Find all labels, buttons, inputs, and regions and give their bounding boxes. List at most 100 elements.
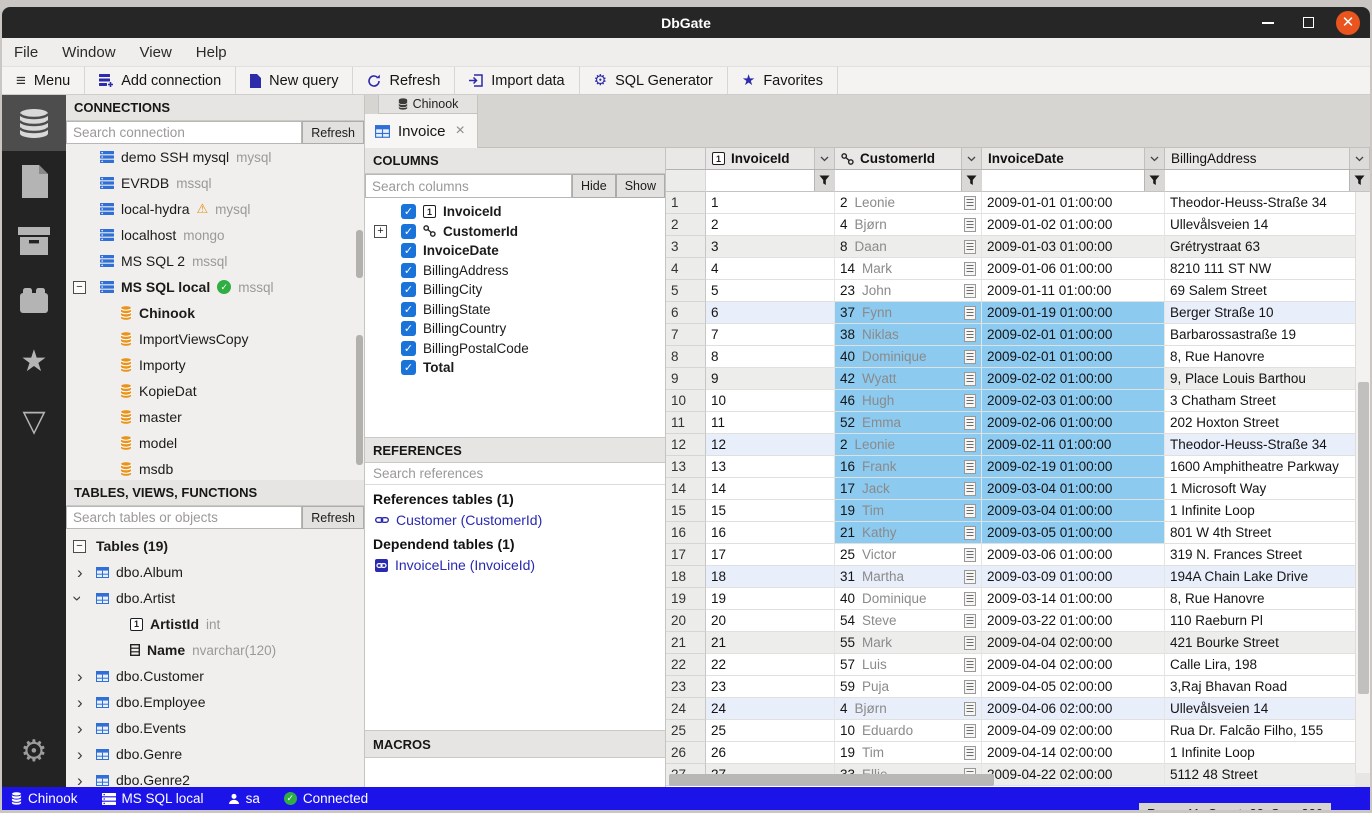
cell-invoiceid[interactable]: 23: [706, 676, 835, 698]
detail-document-icon[interactable]: [964, 196, 976, 210]
cell-invoiceid[interactable]: 19: [706, 588, 835, 610]
row-number-cell[interactable]: 6: [666, 302, 706, 324]
tree-item[interactable]: − › › 1 dbo.Genre2: [66, 767, 364, 787]
sql-generator-button[interactable]: ⚙ SQL Generator: [580, 67, 728, 94]
row-number-cell[interactable]: 18: [666, 566, 706, 588]
tree-item[interactable]: − › › 1 dbo.Events: [66, 715, 364, 741]
chevron-right-icon[interactable]: ›: [77, 772, 83, 788]
cell-invoicedate[interactable]: 2009-01-06 01:00:00: [982, 258, 1165, 280]
tab-group-chinook[interactable]: Chinook: [378, 95, 478, 114]
cell-billingaddress[interactable]: 69 Salem Street: [1165, 280, 1370, 302]
connection-item[interactable]: − msdb ⚠ ✓: [66, 456, 364, 480]
cell-invoiceid[interactable]: 24: [706, 698, 835, 720]
reference-link-invoiceline[interactable]: InvoiceLine (InvoiceId): [365, 554, 665, 576]
cell-invoicedate[interactable]: 2009-04-04 02:00:00: [982, 632, 1165, 654]
filter-input[interactable]: [1165, 170, 1349, 191]
tab-close-icon[interactable]: ×: [456, 122, 465, 140]
connection-item[interactable]: − KopieDat ⚠ ✓: [66, 378, 364, 404]
cell-customerid[interactable]: 23 John: [835, 280, 982, 302]
new-query-button[interactable]: New query: [236, 67, 353, 94]
row-number-cell[interactable]: 9: [666, 368, 706, 390]
cell-invoiceid[interactable]: 16: [706, 522, 835, 544]
connection-item[interactable]: − demo SSH mysql ⚠ ✓ mysql: [66, 144, 364, 170]
chevron-right-icon[interactable]: ›: [77, 564, 83, 581]
minimize-button[interactable]: [1256, 11, 1280, 35]
cell-invoicedate[interactable]: 2009-01-03 01:00:00: [982, 236, 1165, 258]
hide-button[interactable]: Hide: [572, 174, 616, 198]
connections-search-input[interactable]: [66, 121, 302, 144]
row-number-cell[interactable]: 15: [666, 500, 706, 522]
cell-invoiceid[interactable]: 17: [706, 544, 835, 566]
row-number-cell[interactable]: 23: [666, 676, 706, 698]
cell-invoiceid[interactable]: 26: [706, 742, 835, 764]
tree-item[interactable]: − › › 1 dbo.Genre: [66, 741, 364, 767]
row-number-cell[interactable]: 3: [666, 236, 706, 258]
cell-invoicedate[interactable]: 2009-03-14 01:00:00: [982, 588, 1165, 610]
scrollbar-thumb[interactable]: [1358, 382, 1369, 694]
detail-document-icon[interactable]: [964, 328, 976, 342]
column-item[interactable]: + ✓ 1 Total: [365, 358, 665, 378]
row-number-cell[interactable]: 8: [666, 346, 706, 368]
cell-invoicedate[interactable]: 2009-01-01 01:00:00: [982, 192, 1165, 214]
column-header-invoicedate[interactable]: InvoiceDate: [982, 148, 1165, 170]
column-header-customerid[interactable]: CustomerId: [835, 148, 982, 170]
row-number-cell[interactable]: 11: [666, 412, 706, 434]
detail-document-icon[interactable]: [964, 724, 976, 738]
cell-billingaddress[interactable]: Rua Dr. Falcão Filho, 155: [1165, 720, 1370, 742]
cell-billingaddress[interactable]: 202 Hoxton Street: [1165, 412, 1370, 434]
column-item[interactable]: + ✓ 1 CustomerId: [365, 222, 665, 242]
cell-customerid[interactable]: 8 Daan: [835, 236, 982, 258]
cell-customerid[interactable]: 57 Luis: [835, 654, 982, 676]
cell-billingaddress[interactable]: Berger Straße 10: [1165, 302, 1370, 324]
detail-document-icon[interactable]: [964, 372, 976, 386]
tree-item[interactable]: − › › 1 dbo.Artist: [66, 585, 364, 611]
columns-search-input[interactable]: [365, 174, 572, 198]
cell-customerid[interactable]: 55 Mark: [835, 632, 982, 654]
detail-document-icon[interactable]: [964, 658, 976, 672]
column-checkbox[interactable]: ✓: [401, 360, 416, 375]
cell-customerid[interactable]: 38 Niklas: [835, 324, 982, 346]
favorites-button[interactable]: ★ Favorites: [728, 67, 838, 94]
cell-invoiceid[interactable]: 18: [706, 566, 835, 588]
cell-customerid[interactable]: 46 Hugh: [835, 390, 982, 412]
column-item[interactable]: + ✓ 1 InvoiceDate: [365, 241, 665, 261]
detail-document-icon[interactable]: [964, 526, 976, 540]
row-number-cell[interactable]: 5: [666, 280, 706, 302]
connection-item[interactable]: − MS SQL 2 ⚠ ✓ mssql: [66, 248, 364, 274]
column-item[interactable]: + ✓ 1 BillingPostalCode: [365, 339, 665, 359]
tree-item[interactable]: − › › 1 dbo.Employee: [66, 689, 364, 715]
cell-invoicedate[interactable]: 2009-01-19 01:00:00: [982, 302, 1165, 324]
cell-invoiceid[interactable]: 8: [706, 346, 835, 368]
connections-scrollbar[interactable]: [356, 335, 363, 465]
cell-invoicedate[interactable]: 2009-02-01 01:00:00: [982, 346, 1165, 368]
filter-funnel-button[interactable]: [1144, 170, 1164, 191]
row-number-cell[interactable]: 14: [666, 478, 706, 500]
cell-invoicedate[interactable]: 2009-04-04 02:00:00: [982, 654, 1165, 676]
cell-billingaddress[interactable]: 1 Infinite Loop: [1165, 742, 1370, 764]
cell-customerid[interactable]: 2 Leonie: [835, 192, 982, 214]
menu-button[interactable]: ≡ Menu: [2, 67, 85, 94]
column-checkbox[interactable]: ✓: [401, 302, 416, 317]
cell-billingaddress[interactable]: Barbarossastraße 19: [1165, 324, 1370, 346]
cell-customerid[interactable]: 17 Jack: [835, 478, 982, 500]
grid-horizontal-scrollbar[interactable]: [666, 773, 1355, 787]
cell-customerid[interactable]: 2 Leonie: [835, 434, 982, 456]
detail-document-icon[interactable]: [964, 592, 976, 606]
maximize-button[interactable]: [1296, 11, 1320, 35]
rail-settings-icon[interactable]: ⚙: [2, 721, 66, 781]
cell-billingaddress[interactable]: 801 W 4th Street: [1165, 522, 1370, 544]
detail-document-icon[interactable]: [964, 680, 976, 694]
cell-invoicedate[interactable]: 2009-03-04 01:00:00: [982, 478, 1165, 500]
column-menu-button[interactable]: [814, 148, 834, 169]
cell-invoicedate[interactable]: 2009-02-02 01:00:00: [982, 368, 1165, 390]
row-number-cell[interactable]: 13: [666, 456, 706, 478]
detail-document-icon[interactable]: [964, 438, 976, 452]
cell-billingaddress[interactable]: 1 Infinite Loop: [1165, 500, 1370, 522]
detail-document-icon[interactable]: [964, 460, 976, 474]
cell-invoiceid[interactable]: 9: [706, 368, 835, 390]
detail-document-icon[interactable]: [964, 394, 976, 408]
refresh-button[interactable]: Refresh: [353, 67, 455, 94]
cell-invoicedate[interactable]: 2009-02-01 01:00:00: [982, 324, 1165, 346]
collapse-expander-icon[interactable]: −: [73, 281, 86, 294]
cell-billingaddress[interactable]: Ullevålsveien 14: [1165, 214, 1370, 236]
